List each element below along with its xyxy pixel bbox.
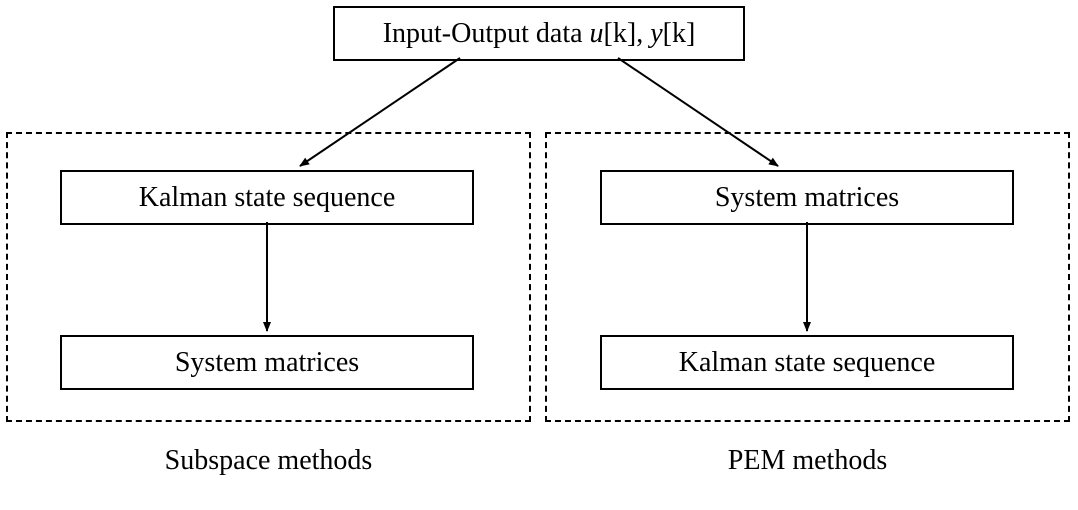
diagram-root: Input-Output data u[k], y[k] Kalman stat…: [0, 0, 1078, 510]
subspace-title: Subspace methods: [165, 445, 373, 476]
io-u: u: [590, 18, 604, 49]
box-left-step2: System matrices: [60, 335, 474, 390]
right-step1-text: System matrices: [715, 182, 899, 213]
left-step2-text: System matrices: [175, 347, 359, 378]
right-step2-text: Kalman state sequence: [679, 347, 936, 378]
io-uk: [k]: [604, 18, 637, 49]
io-y: y: [650, 18, 662, 49]
box-left-step1: Kalman state sequence: [60, 170, 474, 225]
io-sep: ,: [636, 18, 650, 49]
io-yk: [k]: [663, 18, 696, 49]
box-right-step2: Kalman state sequence: [600, 335, 1014, 390]
label-pem: PEM methods: [545, 445, 1070, 477]
label-subspace: Subspace methods: [6, 445, 531, 477]
box-input-output: Input-Output data u[k], y[k]: [333, 6, 745, 61]
left-step1-text: Kalman state sequence: [139, 182, 396, 213]
io-prefix: Input-Output data: [383, 18, 590, 49]
box-right-step1: System matrices: [600, 170, 1014, 225]
pem-title: PEM methods: [728, 445, 887, 476]
